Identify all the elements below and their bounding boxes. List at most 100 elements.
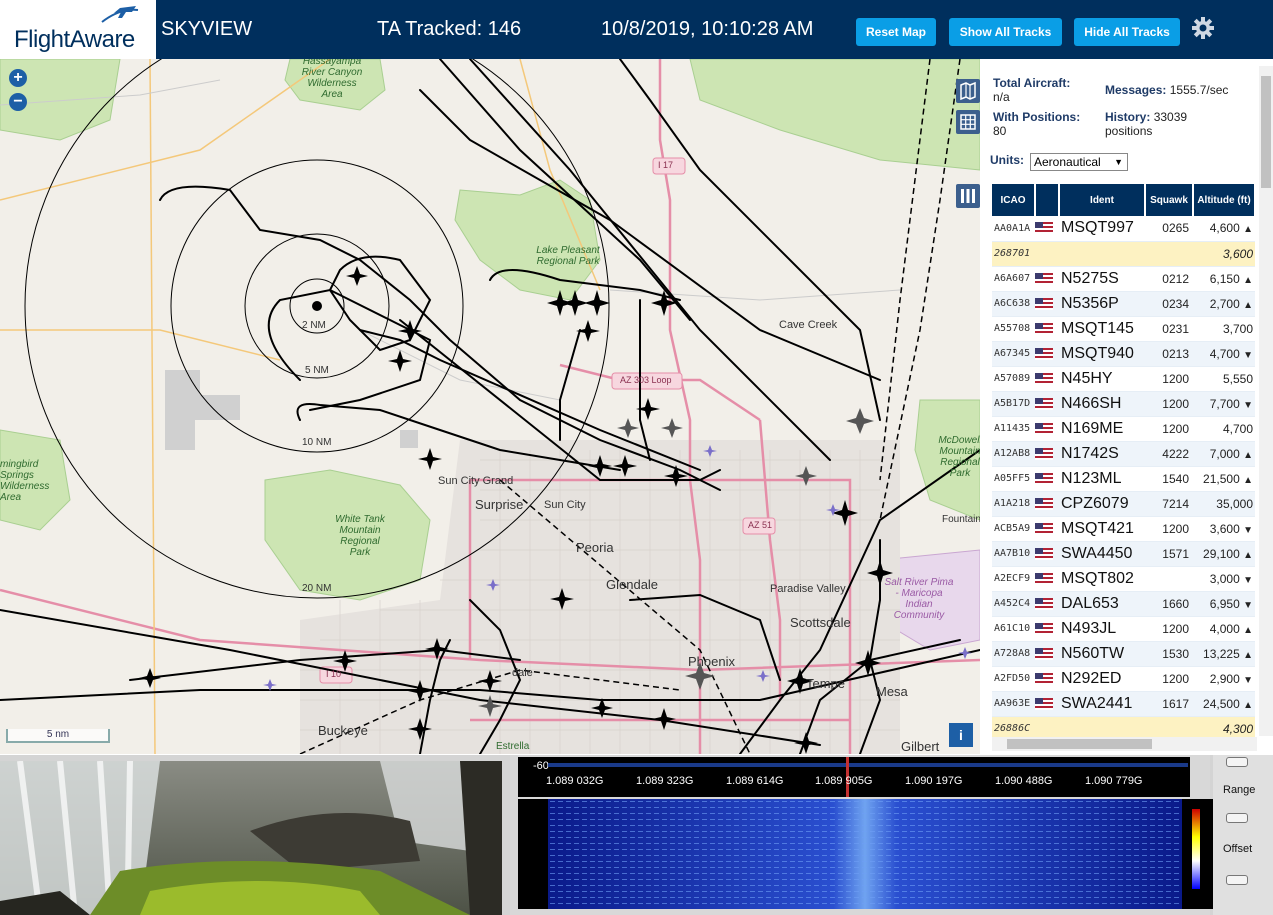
altitude-value: 5,550 [1222, 371, 1253, 386]
squawk-cell [1145, 566, 1193, 592]
flag-cell [1035, 466, 1059, 492]
reset-map-button[interactable]: Reset Map [856, 18, 936, 46]
horizontal-scroll-thumb[interactable] [1007, 739, 1152, 749]
panel-horizontal-scrollbar[interactable] [992, 737, 1257, 751]
altitude-value: 4,700 [1222, 421, 1253, 436]
aircraft-row[interactable]: 268701 3,600 [992, 241, 1255, 267]
us-flag-icon [1035, 297, 1053, 310]
aircraft-row[interactable]: A6C638 N5356P 0234 2,700 ▲ [992, 291, 1255, 317]
aircraft-row[interactable]: A57089 N45HY 1200 5,550 [992, 366, 1255, 392]
us-flag-icon [1035, 522, 1053, 535]
altitude-trend-icon: ▲ [1243, 299, 1253, 311]
us-flag-icon [1035, 322, 1053, 335]
aircraft-row[interactable]: A2ECF9 MSQT802 3,000 ▼ [992, 566, 1255, 592]
icao-cell: A6A607 [992, 266, 1035, 292]
aircraft-row[interactable]: AA0A1A MSQT997 0265 4,600 ▲ [992, 216, 1255, 242]
ident-cell: SWA2441 [1059, 691, 1145, 717]
flightaware-logo[interactable]: FlightAware [0, 0, 156, 59]
flight-map[interactable]: 2 NM 5 NM 10 NM 20 NM Sun City Grand Sur… [0, 59, 980, 754]
aircraft-row[interactable]: A6A607 N5275S 0212 6,150 ▲ [992, 266, 1255, 292]
aircraft-row[interactable]: AA963E SWA2441 1617 24,500 ▲ [992, 691, 1255, 717]
place-label: Scottsdale [790, 615, 851, 630]
flag-cell [1035, 516, 1059, 542]
col-header-icao[interactable]: ICAO [992, 184, 1036, 216]
col-header-ident[interactable]: Ident [1059, 184, 1146, 216]
aircraft-row[interactable]: A5B17D N466SH 1200 7,700 ▼ [992, 391, 1255, 417]
messages-stat: Messages: 1555.7/sec [1105, 83, 1228, 97]
aircraft-row[interactable]: A12AB8 N1742S 4222 7,000 ▲ [992, 441, 1255, 467]
altitude-cell: 7,000 ▲ [1193, 441, 1255, 467]
ident-cell: MSQT940 [1059, 341, 1145, 367]
map-canvas[interactable] [0, 59, 980, 754]
aircraft-row[interactable]: A61C10 N493JL 1200 4,000 ▲ [992, 616, 1255, 642]
units-select[interactable]: Aeronautical ▼ [1030, 153, 1128, 171]
aircraft-row[interactable]: A11435 N169ME 1200 4,700 [992, 416, 1255, 442]
place-label: Fountain [942, 514, 980, 525]
icao-cell: A1A218 [992, 491, 1035, 517]
us-flag-icon [1035, 397, 1053, 410]
aircraft-row[interactable]: A67345 MSQT940 0213 4,700 ▼ [992, 341, 1255, 367]
aircraft-row[interactable]: A05FF5 N123ML 1540 21,500 ▲ [992, 466, 1255, 492]
flag-cell [1035, 441, 1059, 467]
place-label: Mesa [876, 684, 908, 699]
vertical-scroll-thumb[interactable] [1261, 76, 1271, 188]
altitude-cell: 3,600 [1193, 241, 1255, 267]
altitude-value: 2,900 [1209, 671, 1240, 686]
altitude-trend-icon: ▲ [1243, 649, 1253, 661]
aircraft-row[interactable]: A728A8 N560TW 1530 13,225 ▲ [992, 641, 1255, 667]
offset-slider-handle[interactable] [1226, 875, 1248, 885]
zoom-out-button[interactable]: − [9, 93, 27, 111]
altitude-cell: 7,700 ▼ [1193, 391, 1255, 417]
tracked-count: TA Tracked: 146 [377, 18, 522, 40]
squawk-cell: 4222 [1145, 441, 1193, 467]
ident-cell: DAL653 [1059, 591, 1145, 617]
range-slider-handle[interactable] [1226, 757, 1248, 767]
freq-tick: 1.090 488G [995, 775, 1053, 787]
grid-toggle-button[interactable] [956, 110, 980, 134]
place-label: Surprise [475, 497, 524, 512]
icao-cell: A6C638 [992, 291, 1035, 317]
gear-icon[interactable] [1191, 16, 1215, 40]
zoom-in-button[interactable]: + [9, 69, 27, 87]
aircraft-row[interactable]: ACB5A9 MSQT421 1200 3,600 ▼ [992, 516, 1255, 542]
flag-cell [1035, 566, 1059, 592]
aircraft-row[interactable]: A1A218 CPZ6079 7214 35,000 [992, 491, 1255, 517]
squawk-cell: 0212 [1145, 266, 1193, 292]
offset-slider-top[interactable] [1226, 813, 1248, 823]
altitude-value: 29,100 [1203, 546, 1240, 561]
freq-tick: 1.090 197G [905, 775, 963, 787]
place-label: Paradise Valley [770, 583, 846, 595]
frequency-axis: -60 1.089 032G 1.089 323G 1.089 614G 1.0… [518, 757, 1190, 797]
flag-cell [1035, 666, 1059, 692]
total-aircraft-label: Total Aircraft: [993, 76, 1071, 90]
panel-vertical-scrollbar[interactable] [1259, 66, 1273, 736]
altitude-cell: 2,900 ▼ [1193, 666, 1255, 692]
altitude-value: 4,300 [1222, 721, 1253, 736]
aircraft-row[interactable]: AA7B10 SWA4450 1571 29,100 ▲ [992, 541, 1255, 567]
aircraft-table-body: AA0A1A MSQT997 0265 4,600 ▲ 268701 3,600 A6A6… [992, 216, 1255, 742]
flag-cell [1035, 291, 1059, 317]
altitude-value: 3,700 [1222, 321, 1253, 336]
icao-cell: A452C4 [992, 591, 1035, 617]
aircraft-row[interactable]: A2FD50 N292ED 1200 2,900 ▼ [992, 666, 1255, 692]
map-info-button[interactable]: i [949, 723, 973, 747]
us-flag-icon [1035, 547, 1053, 560]
ident-cell: N169ME [1059, 416, 1145, 442]
us-flag-icon [1035, 597, 1053, 610]
aircraft-row[interactable]: A452C4 DAL653 1660 6,950 ▼ [992, 591, 1255, 617]
map-layer-button[interactable] [956, 79, 980, 103]
show-all-tracks-button[interactable]: Show All Tracks [949, 18, 1062, 46]
altitude-trend-icon: ▼ [1243, 524, 1253, 536]
aircraft-row[interactable]: A55708 MSQT145 0231 3,700 [992, 316, 1255, 342]
grid-icon [960, 114, 976, 130]
messages-label: Messages: [1105, 83, 1167, 97]
columns-toggle-button[interactable] [956, 184, 980, 208]
icao-cell: A2FD50 [992, 666, 1035, 692]
col-header-squawk[interactable]: Squawk [1145, 184, 1194, 216]
park-label: Salt River Pima - Maricopa Indian Commun… [884, 577, 954, 621]
altitude-trend-icon: ▲ [1243, 549, 1253, 561]
col-header-flag[interactable] [1035, 184, 1060, 216]
col-header-altitude[interactable]: Altitude (ft) [1193, 184, 1256, 216]
hide-all-tracks-button[interactable]: Hide All Tracks [1074, 18, 1180, 46]
altitude-cell: 6,950 ▼ [1193, 591, 1255, 617]
